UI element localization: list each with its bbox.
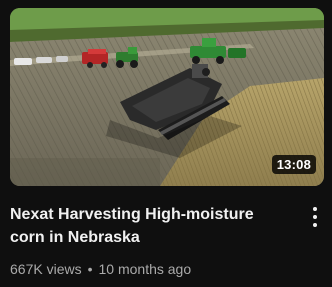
- meta-separator: •: [87, 261, 93, 277]
- video-title-line2: corn in Nebraska: [10, 229, 140, 246]
- duration-badge: 13:08: [271, 155, 316, 174]
- view-count: 667K views: [10, 261, 82, 277]
- video-metadata: 667K views • 10 months ago: [10, 259, 191, 279]
- video-card: 13:08 Nexat Harvesting High-moisture cor…: [0, 0, 332, 287]
- video-title[interactable]: Nexat Harvesting High-moisture corn in N…: [10, 203, 290, 249]
- more-actions-button[interactable]: [306, 204, 324, 230]
- video-title-line1: Nexat Harvesting High-moisture: [10, 206, 254, 223]
- upload-age: 10 months ago: [98, 261, 192, 277]
- video-thumbnail[interactable]: 13:08: [10, 8, 324, 186]
